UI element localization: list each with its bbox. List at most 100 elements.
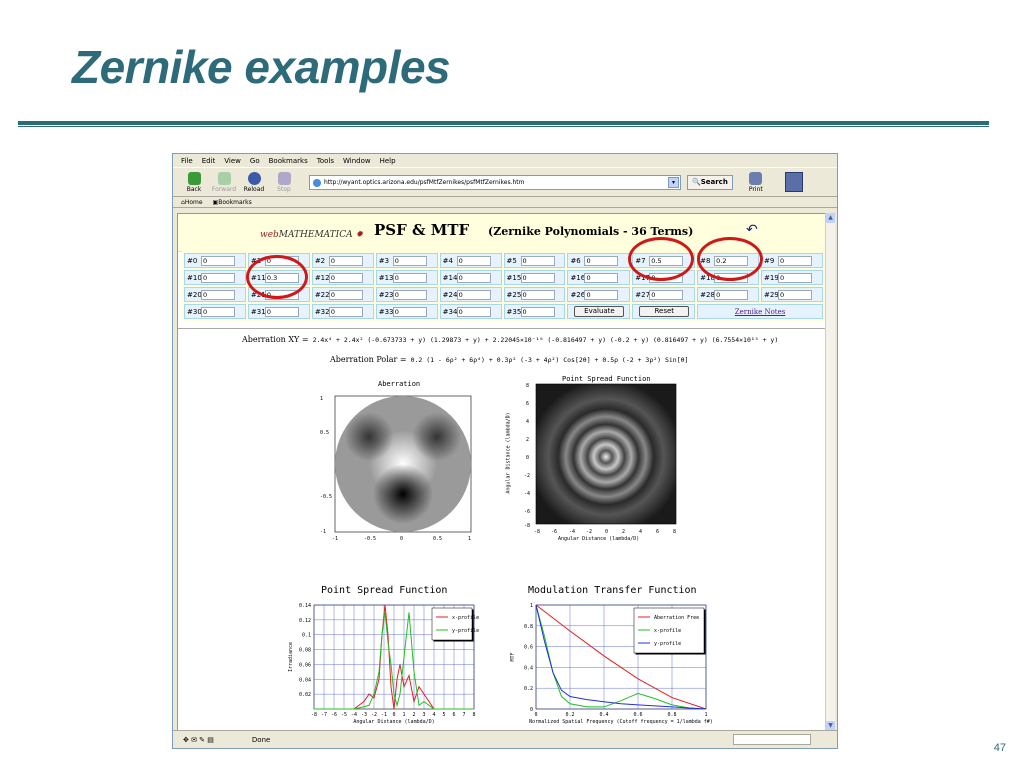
zernike-coefficient-input[interactable]: 0 xyxy=(456,272,491,283)
menu-help[interactable]: Help xyxy=(380,157,396,167)
search-button[interactable]: 🔍Search xyxy=(687,174,733,190)
zernike-label: #30 xyxy=(187,307,202,316)
zernike-coefficient-input[interactable]: 0 xyxy=(328,289,363,300)
status-icons: ✥ ✉ ✎ ▤ xyxy=(183,735,214,744)
page-number: 47 xyxy=(993,742,1006,754)
zernike-term-3: #3 0 xyxy=(375,253,438,268)
reset-button[interactable]: Reset xyxy=(639,306,690,317)
zernike-label: #25 xyxy=(506,290,522,299)
stop-icon xyxy=(277,171,291,185)
legend-label: x-profile xyxy=(654,628,681,634)
menu-file[interactable]: File xyxy=(181,157,193,167)
zernike-coefficient-input[interactable]: 0 xyxy=(456,255,491,266)
forward-arrow-icon xyxy=(217,171,231,185)
y-tick-label: 0.04 xyxy=(299,677,311,683)
reload-button[interactable]: Reload xyxy=(239,171,269,193)
menu-go[interactable]: Go xyxy=(250,157,260,167)
menu-window[interactable]: Window xyxy=(343,157,371,167)
zernike-coefficient-input[interactable]: 0 xyxy=(520,272,555,283)
zernike-coefficient-input[interactable]: 0 xyxy=(201,272,235,283)
y-tick-label: 0.14 xyxy=(299,603,311,609)
zernike-coefficient-input[interactable]: 0 xyxy=(201,306,235,317)
zernike-label: #33 xyxy=(378,307,394,316)
svg-text:-8: -8 xyxy=(534,529,540,535)
zernike-coefficient-input[interactable]: 0 xyxy=(328,306,363,317)
x-tick-label: 5 xyxy=(442,712,445,718)
x-tick-label: -3 xyxy=(361,712,367,718)
bookmark-bookmarks[interactable]: ▣Bookmarks xyxy=(213,199,252,207)
svg-text:1: 1 xyxy=(320,396,323,402)
menu-edit[interactable]: Edit xyxy=(202,157,216,167)
zernike-label: #31 xyxy=(250,307,266,316)
zernike-term-13: #130 xyxy=(375,270,438,285)
x-tick-label: 2 xyxy=(412,712,415,718)
zernike-coefficient-input[interactable]: 0 xyxy=(649,289,684,300)
svg-text:-1: -1 xyxy=(332,536,338,542)
vertical-scrollbar[interactable]: ▲ ▼ xyxy=(825,213,835,731)
menu-view[interactable]: View xyxy=(224,157,241,167)
zernike-coefficient-input[interactable]: 0 xyxy=(392,306,427,317)
scroll-up-icon[interactable]: ▲ xyxy=(826,213,835,223)
zernike-term-26: #260 xyxy=(567,287,631,302)
bookmark-home[interactable]: ⌂Home xyxy=(181,199,203,207)
zernike-coefficient-input[interactable]: 0 xyxy=(328,272,363,283)
zernike-label: #22 xyxy=(314,290,330,299)
zernike-notes-link[interactable]: Zernike Notes xyxy=(735,308,786,316)
zernike-coefficient-input[interactable]: 0 xyxy=(392,272,427,283)
address-dropdown-icon[interactable]: ▾ xyxy=(668,176,679,188)
zernike-label: #34 xyxy=(442,307,458,316)
y-tick-label: 1 xyxy=(530,603,533,609)
zernike-term-5: #5 0 xyxy=(503,253,566,268)
reload-icon xyxy=(247,171,261,185)
zernike-term-31: #310 xyxy=(247,304,310,319)
zernike-term-35: #350 xyxy=(503,304,566,319)
zernike-coefficient-input[interactable]: 0 xyxy=(584,272,619,283)
zernike-label: #27 xyxy=(635,290,651,299)
print-button[interactable]: Print xyxy=(741,171,771,193)
zernike-coefficient-input[interactable]: 0 xyxy=(328,255,363,266)
zernike-coefficient-input[interactable]: 0 xyxy=(456,289,491,300)
x-tick-label: 1 xyxy=(402,712,405,718)
forward-button[interactable]: Forward xyxy=(209,171,239,193)
zernike-label: #0 xyxy=(187,256,198,265)
zernike-label: #19 xyxy=(764,273,779,282)
zernike-label: #28 xyxy=(700,290,715,299)
zernike-coefficient-input[interactable]: 0 xyxy=(714,289,749,300)
zernike-coefficient-input[interactable]: 0 xyxy=(778,272,813,283)
zernike-coefficient-input[interactable]: 0 xyxy=(201,289,235,300)
zernike-coefficient-input[interactable]: 0 xyxy=(201,255,235,266)
zernike-coefficient-input[interactable]: 0 xyxy=(584,289,619,300)
zernike-term-16: #160 xyxy=(567,270,631,285)
zernike-coefficient-input[interactable]: 0 xyxy=(584,255,619,266)
stop-button[interactable]: Stop xyxy=(269,171,299,193)
x-tick-label: 0.4 xyxy=(599,712,608,718)
evaluate-button[interactable]: Evaluate xyxy=(574,306,625,317)
menu-tools[interactable]: Tools xyxy=(317,157,334,167)
zernike-coefficient-input[interactable]: 0 xyxy=(520,255,555,266)
zernike-coefficient-input[interactable]: 0 xyxy=(392,255,427,266)
zernike-coefficient-input[interactable]: 0 xyxy=(264,306,299,317)
svg-text:2: 2 xyxy=(526,437,529,443)
back-button[interactable]: Back xyxy=(179,171,209,193)
zernike-coefficient-input[interactable]: 0 xyxy=(778,289,813,300)
zernike-coefficient-input[interactable]: 0 xyxy=(392,289,427,300)
zernike-term-23: #230 xyxy=(375,287,438,302)
zernike-coefficient-input[interactable]: 0 xyxy=(778,255,813,266)
x-tick-label: -1 xyxy=(381,712,387,718)
psf-profile-chart: -8 -7 -6 -5 -4 -3 -2 -1 0 1 2 3 4 5 6 7 8 0.02 0.04 0.06 0.0… xyxy=(288,603,479,725)
zernike-label: #9 xyxy=(764,256,775,265)
svg-text:8: 8 xyxy=(526,383,529,389)
zernike-term-33: #330 xyxy=(375,304,438,319)
y-tick-label: 0.12 xyxy=(299,618,311,624)
svg-text:-4: -4 xyxy=(569,529,575,535)
x-tick-label: 1 xyxy=(704,712,707,718)
zernike-term-30: #300 xyxy=(184,304,246,319)
zernike-coefficient-input[interactable]: 0 xyxy=(520,306,555,317)
address-bar[interactable]: http://wyant.optics.arizona.edu/psfMtfZe… xyxy=(309,174,681,190)
zernike-label: #35 xyxy=(506,307,522,316)
zernike-coefficient-input[interactable]: 0 xyxy=(456,306,491,317)
zernike-coefficient-input[interactable]: 0 xyxy=(520,289,555,300)
menu-bookmarks[interactable]: Bookmarks xyxy=(269,157,308,167)
y-tick-label: 0 xyxy=(530,707,533,713)
back-link-icon[interactable]: ↶ xyxy=(746,222,758,238)
